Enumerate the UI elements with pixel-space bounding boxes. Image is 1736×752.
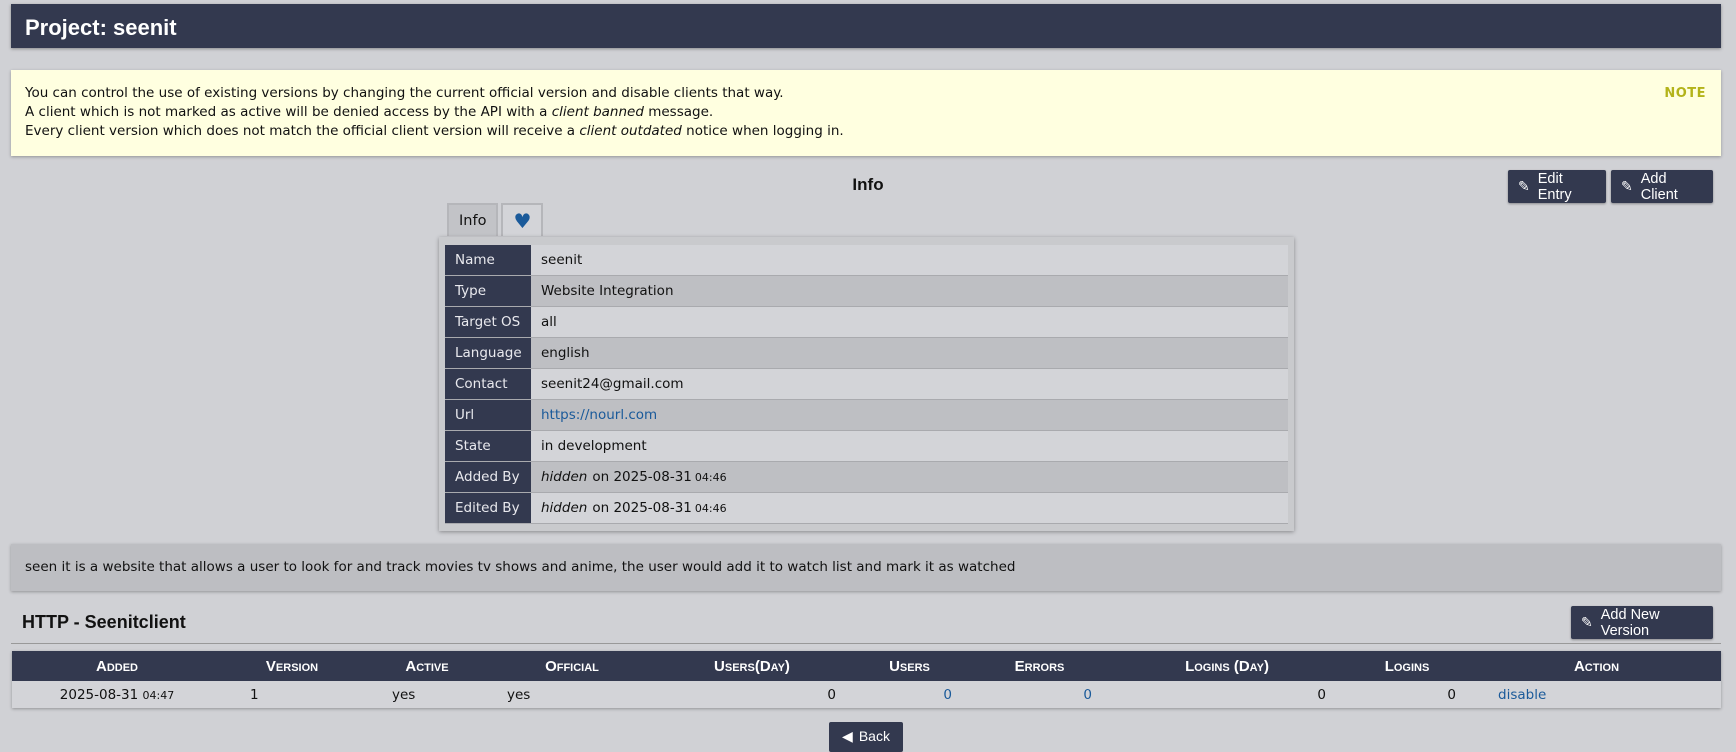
note-line-1: You can control the use of existing vers… [25,85,784,101]
col-logins-day[interactable]: Logins (Day) [1112,651,1342,681]
tab-info[interactable]: Info [447,203,499,236]
cell-action: disable [1472,681,1721,708]
cell-version: 1 [222,681,362,708]
cell-added: 2025-08-31 04:47 [12,681,222,708]
note-line-2: A client which is not marked as active w… [25,104,714,120]
pencil-icon: ✎ [1581,614,1593,630]
col-users[interactable]: Users [852,651,967,681]
heart-icon: ♥ [513,208,532,233]
col-added[interactable]: Added [12,651,222,681]
edited-by-user: hidden [541,500,588,516]
info-table: Name seenit Type Website Integration Tar… [439,237,1294,531]
col-logins[interactable]: Logins [1342,651,1472,681]
versions-table: Added Version Active Official Users(Day)… [12,651,1721,708]
col-version[interactable]: Version [222,651,362,681]
col-action: Action [1472,651,1721,681]
url-link[interactable]: https://nourl.com [541,407,657,423]
client-section-title: HTTP - Seenitclient [22,612,186,632]
info-row-name: Name seenit [445,245,1288,276]
info-section-title: Info [852,175,884,194]
cell-users: 0 [852,681,967,708]
col-errors[interactable]: Errors [967,651,1112,681]
edit-entry-button[interactable]: ✎ Edit Entry [1508,170,1606,203]
page-title: Project: seenit [11,4,1721,48]
cell-logins-day: 0 [1112,681,1342,708]
users-link[interactable]: 0 [943,687,952,703]
note-line-3: Every client version which does not matc… [25,123,844,139]
cell-active: yes [362,681,492,708]
note-tag: NOTE [1664,86,1706,101]
info-row-edited-by: Edited By hidden on 2025-08-31 04:46 [445,493,1288,524]
info-tabs: Info ♥ [447,203,546,238]
cell-logins: 0 [1342,681,1472,708]
section-divider [11,643,1721,644]
disable-link[interactable]: disable [1498,687,1546,703]
versions-table-header: Added Version Active Official Users(Day)… [12,651,1721,681]
table-row: 2025-08-31 04:47 1 yes yes 0 0 0 0 0 dis… [12,681,1721,708]
info-row-target-os: Target OS all [445,307,1288,338]
add-new-version-button[interactable]: ✎ Add New Version [1571,606,1713,639]
pencil-icon: ✎ [1518,178,1530,194]
info-row-added-by: Added By hidden on 2025-08-31 04:46 [445,462,1288,493]
cell-official: yes [492,681,652,708]
note-box: NOTE You can control the use of existing… [11,70,1721,156]
back-arrow-icon: ◀ [842,728,853,744]
add-client-button[interactable]: ✎ Add Client [1611,170,1713,203]
col-active[interactable]: Active [362,651,492,681]
info-row-language: Language english [445,338,1288,369]
back-button[interactable]: ◀ Back [829,722,903,752]
errors-link[interactable]: 0 [1083,687,1092,703]
info-row-contact: Contact seenit24@gmail.com [445,369,1288,400]
info-row-state: State in development [445,431,1288,462]
project-description: seen it is a website that allows a user … [11,544,1721,591]
col-official[interactable]: Official [492,651,652,681]
cell-users-day: 0 [652,681,852,708]
info-row-url: Url https://nourl.com [445,400,1288,431]
col-users-day[interactable]: Users(Day) [652,651,852,681]
added-by-user: hidden [541,469,588,485]
cell-errors: 0 [967,681,1112,708]
pencil-icon: ✎ [1621,178,1633,194]
info-row-type: Type Website Integration [445,276,1288,307]
tab-favorite[interactable]: ♥ [501,203,544,236]
